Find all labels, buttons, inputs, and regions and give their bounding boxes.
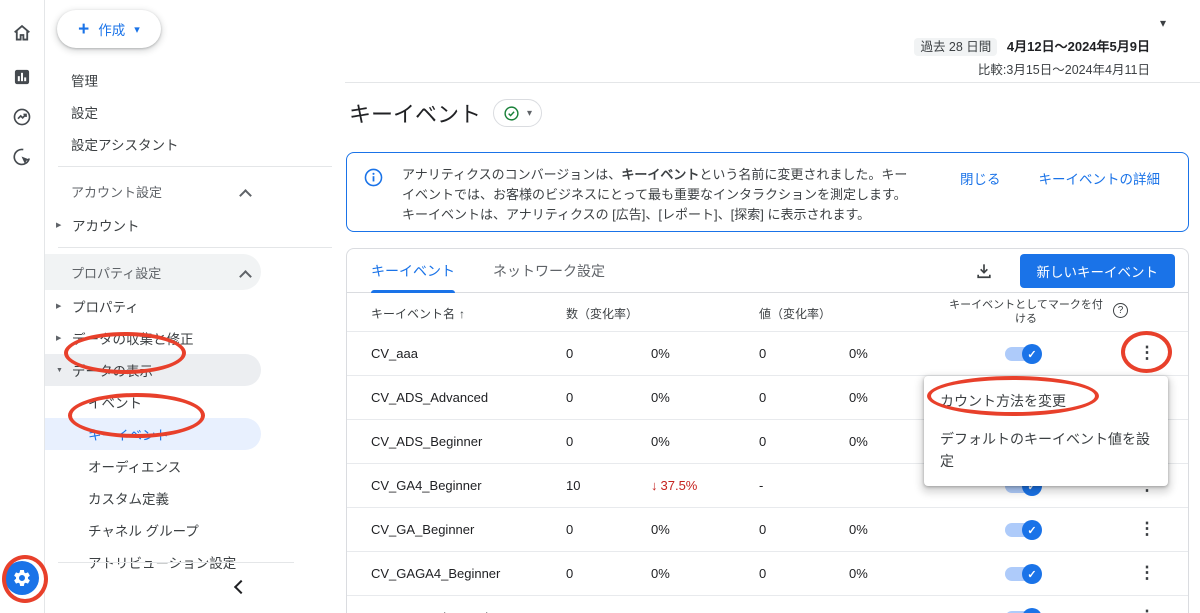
column-header-value: 値（変化率）: [759, 305, 831, 322]
row-menu-button[interactable]: ⋮: [1135, 605, 1159, 613]
chevron-left-icon: [234, 580, 248, 594]
toggle-check-icon: ✓: [1022, 608, 1042, 613]
triangle-down-icon: ▼: [56, 367, 72, 374]
section-property-settings[interactable]: プロパティ設定: [45, 254, 261, 290]
sidebar-item-channel-groups[interactable]: チャネル グループ: [45, 514, 345, 546]
divider: [58, 562, 294, 563]
sidebar-item-account[interactable]: ▶ アカウント: [45, 209, 345, 241]
table-row: CV_SNS_Advanced 3 ↓40.0% - ✓ ⋮: [347, 596, 1188, 613]
collapse-sidebar-button[interactable]: [227, 575, 255, 599]
toggle-check-icon: ✓: [1022, 344, 1042, 364]
banner-close-link[interactable]: 閉じる: [960, 168, 1001, 188]
sidebar-item-settings[interactable]: 設定: [45, 96, 345, 128]
main-content: 過去 28 日間 4月12日～2024年5月9日 比較:3月15日～2024年4…: [345, 0, 1200, 613]
sidebar-item-custom-definitions[interactable]: カスタム定義: [45, 482, 345, 514]
row-menu-button[interactable]: ⋮: [1135, 341, 1159, 365]
chevron-up-icon: [241, 188, 250, 203]
create-button[interactable]: + 作成 ▾: [57, 10, 161, 48]
tab-key-events[interactable]: キーイベント: [371, 249, 455, 293]
column-header-count: 数（変化率）: [566, 305, 638, 322]
sidebar-item-events[interactable]: イベント: [45, 386, 345, 418]
key-event-name: CV_ADS_Advanced: [371, 390, 488, 405]
date-range-value: 4月12日～2024年5月9日: [1007, 39, 1150, 54]
date-range-selector[interactable]: 過去 28 日間 4月12日～2024年5月9日 比較:3月15日～2024年4…: [914, 36, 1150, 78]
toggle-check-icon: ✓: [1022, 564, 1042, 584]
toggle-check-icon: ✓: [1022, 520, 1042, 540]
sidebar-item-key-events[interactable]: キーイベント: [45, 418, 261, 450]
sidebar-item-data-display[interactable]: ▼ データの表示: [45, 354, 261, 386]
admin-sidebar: + 作成 ▾ 管理 設定 設定アシスタント アカウント設定 ▶ アカウント: [45, 0, 345, 613]
sidebar-item-setup-assistant[interactable]: 設定アシスタント: [45, 128, 345, 160]
date-compare-value: 比較:3月15日～2024年4月11日: [914, 59, 1150, 78]
triangle-right-icon: ▶: [56, 302, 72, 310]
table-row: CV_GAGA4_Beginner 0 0% 0 0% ✓ ⋮: [347, 552, 1188, 596]
explore-icon[interactable]: [10, 105, 34, 129]
column-header-mark: キーイベントとしてマークを付ける: [945, 298, 1107, 326]
key-event-name: CV_GA_Beginner: [371, 522, 474, 537]
table-header-row: キーイベント名↑ 数（変化率） 値（変化率） キーイベントとしてマークを付ける …: [347, 293, 1188, 332]
tabbar: キーイベント ネットワーク設定 新しいキーイベント: [347, 249, 1188, 293]
tab-network-settings[interactable]: ネットワーク設定: [493, 249, 605, 293]
sort-asc-icon: ↑: [459, 307, 465, 321]
mark-toggle[interactable]: ✓: [1002, 522, 1042, 538]
key-event-name: CV_GAGA4_Beginner: [371, 566, 500, 581]
sidebar-item-audiences[interactable]: オーディエンス: [45, 450, 345, 482]
sidebar-item-admin[interactable]: 管理: [45, 64, 345, 96]
row-menu-button[interactable]: ⋮: [1135, 517, 1159, 541]
table-row: CV_aaa 0 0% 0 0% ✓ ⋮: [347, 332, 1188, 376]
ga4-admin-page: + 作成 ▾ 管理 設定 設定アシスタント アカウント設定 ▶ アカウント: [0, 0, 1200, 613]
plus-icon: +: [78, 20, 89, 39]
date-range-preset: 過去 28 日間: [914, 38, 997, 56]
key-event-name: CV_GA4_Beginner: [371, 478, 482, 493]
menu-item-set-default-value[interactable]: デフォルトのキーイベント値を設定: [924, 420, 1168, 480]
mark-toggle[interactable]: ✓: [1002, 566, 1042, 582]
down-arrow-icon: ↓: [651, 478, 658, 493]
check-circle-icon: [503, 105, 520, 122]
info-icon: [363, 167, 384, 188]
nav-rail: [0, 0, 45, 613]
banner-details-link[interactable]: キーイベントの詳細: [1039, 168, 1161, 188]
divider: [58, 247, 332, 248]
download-icon[interactable]: [972, 259, 996, 283]
chevron-up-icon: [241, 269, 250, 284]
banner-message: アナリティクスのコンバージョンは、キーイベントという名前に変更されました。キーイ…: [402, 165, 912, 225]
column-header-name[interactable]: キーイベント名↑: [371, 305, 465, 322]
caret-down-icon: ▾: [1160, 16, 1166, 30]
info-banner: アナリティクスのコンバージョンは、キーイベントという名前に変更されました。キーイ…: [346, 152, 1189, 232]
triangle-right-icon: ▶: [56, 334, 72, 342]
caret-down-icon: ▾: [134, 23, 140, 36]
admin-gear-icon[interactable]: [5, 561, 39, 595]
status-dropdown[interactable]: ▾: [493, 99, 542, 127]
reports-icon[interactable]: [10, 65, 34, 89]
mark-toggle[interactable]: ✓: [1002, 346, 1042, 362]
table-row: CV_GA_Beginner 0 0% 0 0% ✓ ⋮: [347, 508, 1188, 552]
advertising-icon[interactable]: [10, 145, 34, 169]
help-icon[interactable]: ?: [1113, 303, 1128, 318]
menu-item-change-counting-method[interactable]: カウント方法を変更: [924, 382, 1168, 420]
triangle-right-icon: ▶: [56, 221, 72, 229]
caret-down-icon: ▾: [527, 108, 532, 119]
key-event-name: CV_aaa: [371, 346, 418, 361]
section-account-settings[interactable]: アカウント設定: [45, 173, 345, 209]
home-icon[interactable]: [10, 21, 34, 45]
divider: [345, 82, 1200, 83]
new-key-event-button[interactable]: 新しいキーイベント: [1020, 254, 1176, 288]
sidebar-item-data-collection[interactable]: ▶ データの収集と修正: [45, 322, 345, 354]
page-title: キーイベント: [349, 97, 481, 129]
row-context-menu: カウント方法を変更 デフォルトのキーイベント値を設定: [924, 376, 1168, 486]
key-event-name: CV_ADS_Beginner: [371, 434, 482, 449]
row-menu-button[interactable]: ⋮: [1135, 561, 1159, 585]
divider: [58, 166, 332, 167]
sidebar-item-property[interactable]: ▶ プロパティ: [45, 290, 345, 322]
